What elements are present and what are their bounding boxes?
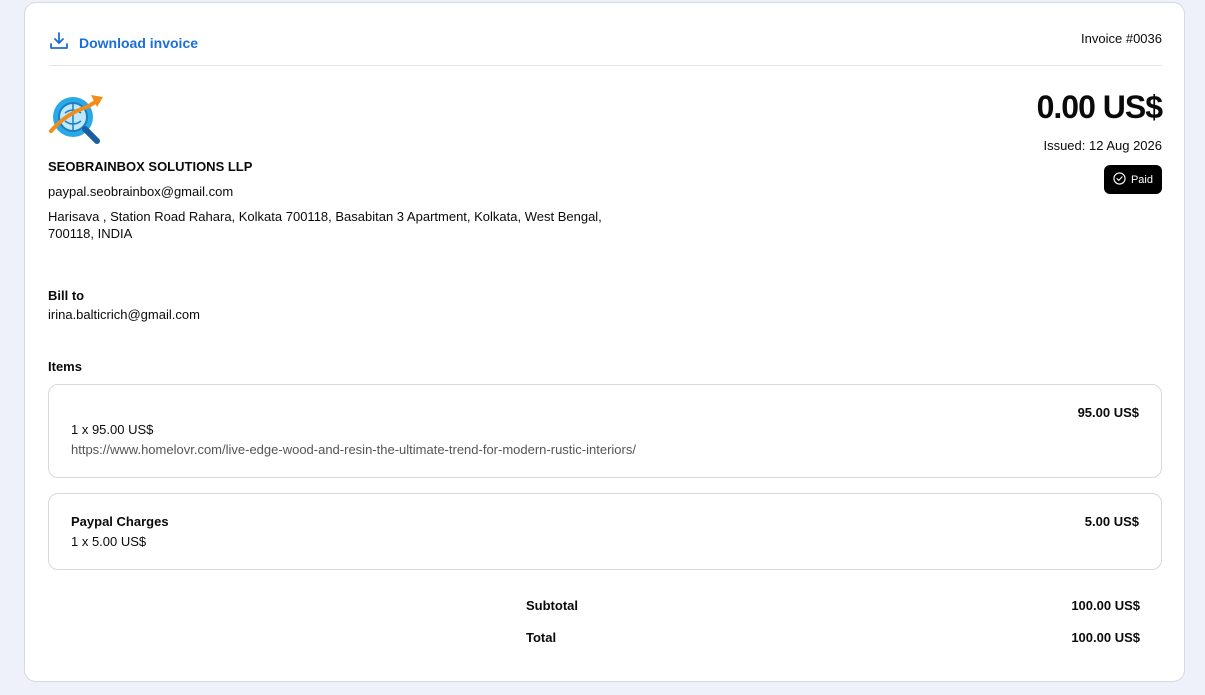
company-email: paypal.seobrainbox@gmail.com — [48, 184, 234, 199]
line-item-description: https://www.homelovr.com/live-edge-wood-… — [71, 442, 636, 457]
line-item-total: 5.00 US$ — [1084, 514, 1139, 529]
total-label: Total — [526, 630, 557, 645]
line-item-quantity: 1 x 5.00 US$ — [71, 534, 147, 549]
download-icon — [49, 31, 69, 54]
invoice-number: Invoice #0036 — [1081, 31, 1162, 46]
invoice-header: Download invoice Invoice #0036 — [49, 31, 1162, 66]
company-address: Harisava , Station Road Rahara, Kolkata … — [48, 209, 602, 241]
subtotal-label: Subtotal — [526, 598, 578, 613]
company-name: SEOBRAINBOX SOLUTIONS LLP — [48, 159, 253, 174]
invoice-amount: 0.00 US$ — [1036, 89, 1163, 125]
status-label: Paid — [1130, 173, 1153, 186]
items-heading: Items — [48, 359, 82, 374]
check-circle-icon — [1113, 171, 1126, 188]
subtotal-value: 100.00 US$ — [1071, 598, 1140, 613]
issued-date: Issued: 12 Aug 2026 — [1043, 138, 1162, 153]
line-item: 95.00 US$ 1 x 95.00 US$ https://www.home… — [48, 384, 1162, 478]
line-item: Paypal Charges 5.00 US$ 1 x 5.00 US$ — [48, 493, 1162, 570]
total-value: 100.00 US$ — [1071, 630, 1140, 645]
company-logo — [47, 93, 105, 145]
invoice-card: Download invoice Invoice #0036 SEOBRAINB… — [24, 2, 1185, 682]
line-item-name: Paypal Charges — [71, 514, 169, 529]
status-badge: Paid — [1103, 165, 1162, 194]
bill-to-email: irina.balticrich@gmail.com — [48, 307, 200, 322]
line-item-quantity: 1 x 95.00 US$ — [71, 422, 154, 437]
download-invoice-button[interactable]: Download invoice — [49, 31, 198, 54]
line-item-total: 95.00 US$ — [1077, 405, 1139, 420]
download-invoice-label: Download invoice — [79, 34, 199, 51]
bill-to-label: Bill to — [48, 288, 85, 303]
